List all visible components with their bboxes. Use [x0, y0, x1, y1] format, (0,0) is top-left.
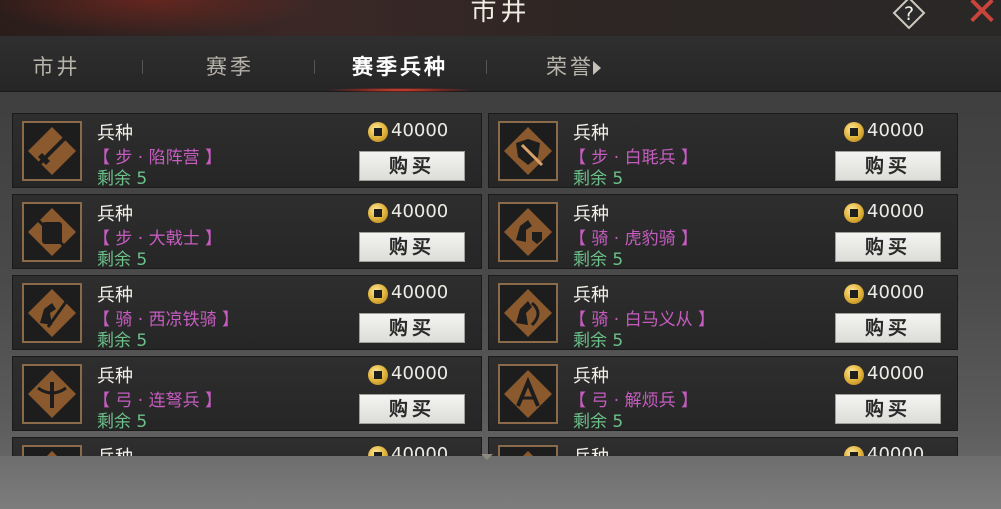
- coin-icon: [368, 446, 388, 456]
- price: 40000: [368, 363, 478, 387]
- price: 40000: [844, 444, 954, 456]
- horse-spear-icon: [22, 283, 82, 343]
- price-value: 40000: [391, 120, 449, 141]
- price-value: 40000: [867, 120, 925, 141]
- item-type-label: 兵种: [97, 123, 133, 144]
- item-type-label: 兵种: [573, 443, 609, 456]
- bow-icon: [498, 364, 558, 424]
- coin-icon: [844, 446, 864, 456]
- tab-divider: [142, 60, 143, 74]
- price-value: 40000: [391, 363, 449, 384]
- price: 40000: [368, 444, 478, 456]
- stock-remaining: 剩余 5: [97, 331, 148, 351]
- shop-item-card: 兵种 40000: [12, 437, 482, 456]
- tab-divider: [486, 60, 487, 74]
- item-type-label: 兵种: [573, 285, 609, 306]
- item-type-label: 兵种: [573, 366, 609, 387]
- item-type-label: 兵种: [97, 366, 133, 387]
- coin-icon: [368, 203, 388, 223]
- coin-icon: [844, 203, 864, 223]
- buy-button[interactable]: 购买: [835, 313, 941, 343]
- coin-icon: [368, 365, 388, 385]
- price-value: 40000: [867, 363, 925, 384]
- tab-market[interactable]: 市井: [0, 36, 113, 92]
- tab-scroll-right-icon[interactable]: [593, 61, 601, 75]
- coin-icon: [368, 122, 388, 142]
- shop-item-card: 兵种 40000: [488, 437, 958, 456]
- stock-remaining: 剩余 5: [97, 169, 148, 189]
- page-title: 市井: [470, 0, 531, 27]
- tab-season-units[interactable]: 赛季兵种: [330, 36, 470, 92]
- price: 40000: [368, 282, 478, 306]
- shop-item-card: 兵种 【 骑 · 西凉铁骑 】 剩余 5 40000 购买: [12, 275, 482, 351]
- close-icon: ✕: [965, 0, 999, 35]
- stock-remaining: 剩余 5: [573, 412, 624, 432]
- help-symbol: ?: [904, 3, 914, 25]
- stock-remaining: 剩余 5: [573, 331, 624, 351]
- stock-remaining: 剩余 5: [573, 250, 624, 270]
- background-mist: [0, 456, 1001, 509]
- coin-icon: [844, 122, 864, 142]
- price-value: 40000: [391, 444, 449, 456]
- shop-item-card: 兵种 【 步 · 白毦兵 】 剩余 5 40000 购买: [488, 113, 958, 189]
- price: 40000: [368, 201, 478, 225]
- shop-item-card: 兵种 【 骑 · 白马义从 】 剩余 5 40000 购买: [488, 275, 958, 351]
- coin-icon: [844, 365, 864, 385]
- tab-honor[interactable]: 荣誉: [510, 36, 630, 92]
- buy-button[interactable]: 购买: [359, 232, 465, 262]
- price-value: 40000: [867, 282, 925, 303]
- unit-icon: [22, 445, 82, 456]
- price-value: 40000: [391, 201, 449, 222]
- shop-item-card: 兵种 【 弓 · 连弩兵 】 剩余 5 40000 购买: [12, 356, 482, 432]
- price-value: 40000: [867, 201, 925, 222]
- price-value: 40000: [391, 282, 449, 303]
- buy-button[interactable]: 购买: [359, 394, 465, 424]
- shop-item-card: 兵种 【 弓 · 解烦兵 】 剩余 5 40000 购买: [488, 356, 958, 432]
- top-bar: 市井 ? ✕: [0, 0, 1001, 36]
- tab-divider: [314, 60, 315, 74]
- buy-button[interactable]: 购买: [835, 151, 941, 181]
- buy-button[interactable]: 购买: [359, 313, 465, 343]
- help-icon: ?: [892, 0, 926, 30]
- help-button[interactable]: ?: [892, 0, 926, 30]
- item-type-label: 兵种: [97, 285, 133, 306]
- shop-item-card: 兵种 【 步 · 陷阵营 】 剩余 5 40000 购买: [12, 113, 482, 189]
- price: 40000: [844, 201, 954, 225]
- shield-spear-icon: [22, 202, 82, 262]
- unit-icon: [498, 445, 558, 456]
- coin-icon: [368, 284, 388, 304]
- item-type-label: 兵种: [573, 123, 609, 144]
- unit-shop-list[interactable]: 兵种 【 步 · 陷阵营 】 剩余 5 40000 购买 兵种 【 步 · 白毦…: [0, 92, 1001, 456]
- crossbow-icon: [22, 364, 82, 424]
- buy-button[interactable]: 购买: [359, 151, 465, 181]
- price-value: 40000: [867, 444, 925, 456]
- tab-bar: 市井 赛季 赛季兵种 荣誉: [0, 36, 1001, 92]
- price: 40000: [368, 120, 478, 144]
- shop-item-card: 兵种 【 步 · 大戟士 】 剩余 5 40000 购买: [12, 194, 482, 270]
- close-button[interactable]: ✕: [962, 0, 1001, 32]
- item-type-label: 兵种: [97, 204, 133, 225]
- scroll-down-icon[interactable]: [481, 454, 493, 460]
- item-type-label: 兵种: [97, 443, 133, 456]
- horse-bow-icon: [498, 283, 558, 343]
- price: 40000: [844, 282, 954, 306]
- shop-item-card: 兵种 【 骑 · 虎豹骑 】 剩余 5 40000 购买: [488, 194, 958, 270]
- price: 40000: [844, 120, 954, 144]
- stock-remaining: 剩余 5: [97, 412, 148, 432]
- stock-remaining: 剩余 5: [97, 250, 148, 270]
- stock-remaining: 剩余 5: [573, 169, 624, 189]
- shield-sword-icon: [498, 121, 558, 181]
- halberd-icon: [22, 121, 82, 181]
- item-type-label: 兵种: [573, 204, 609, 225]
- coin-icon: [844, 284, 864, 304]
- price: 40000: [844, 363, 954, 387]
- horse-shield-icon: [498, 202, 558, 262]
- buy-button[interactable]: 购买: [835, 232, 941, 262]
- tab-season[interactable]: 赛季: [160, 36, 300, 92]
- buy-button[interactable]: 购买: [835, 394, 941, 424]
